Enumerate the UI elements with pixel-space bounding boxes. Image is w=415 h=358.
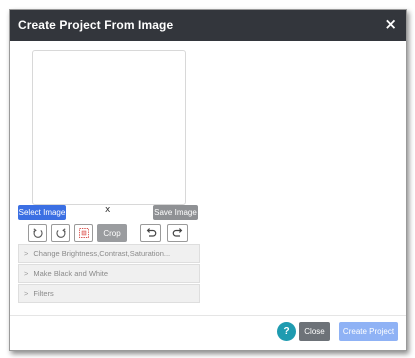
accordion-label: Change Brightness,Contrast,Saturation... xyxy=(33,249,171,258)
help-button[interactable]: ? xyxy=(277,322,296,341)
close-button[interactable]: Close xyxy=(299,322,330,341)
accordion-label: Filters xyxy=(33,289,54,298)
rotate-left-icon xyxy=(32,228,43,238)
rotate-right-icon xyxy=(55,228,66,238)
select-image-button[interactable]: Select Image xyxy=(18,205,66,220)
crop-select-icon xyxy=(78,228,89,238)
accordion-brightness-contrast[interactable]: > Change Brightness,Contrast,Saturation.… xyxy=(18,244,200,263)
rotate-right-button[interactable] xyxy=(51,224,70,242)
save-image-button[interactable]: Save Image xyxy=(153,205,198,220)
create-project-dialog: Create Project From Image × Select Image… xyxy=(9,9,407,351)
accordion-black-and-white[interactable]: > Make Black and White xyxy=(18,264,200,283)
create-project-button[interactable]: Create Project xyxy=(339,322,398,341)
redo-icon xyxy=(172,228,182,237)
rotate-left-button[interactable] xyxy=(28,224,47,242)
close-icon[interactable]: × xyxy=(384,17,397,32)
undo-button[interactable] xyxy=(140,224,161,242)
redo-button[interactable] xyxy=(167,224,188,242)
chevron-right-icon: > xyxy=(24,249,29,258)
dialog-titlebar: Create Project From Image × xyxy=(10,10,406,41)
crop-button[interactable]: Crop xyxy=(97,224,127,242)
undo-icon xyxy=(146,228,156,237)
crop-select-button[interactable] xyxy=(74,224,93,242)
accordion-filters[interactable]: > Filters xyxy=(18,284,200,303)
chevron-right-icon: > xyxy=(24,269,29,278)
footer-divider xyxy=(10,315,406,316)
chevron-right-icon: > xyxy=(24,289,29,298)
accordion-label: Make Black and White xyxy=(33,269,109,278)
dialog-title: Create Project From Image xyxy=(18,18,174,32)
image-preview xyxy=(32,50,186,205)
clear-image-button[interactable]: x xyxy=(105,205,110,215)
